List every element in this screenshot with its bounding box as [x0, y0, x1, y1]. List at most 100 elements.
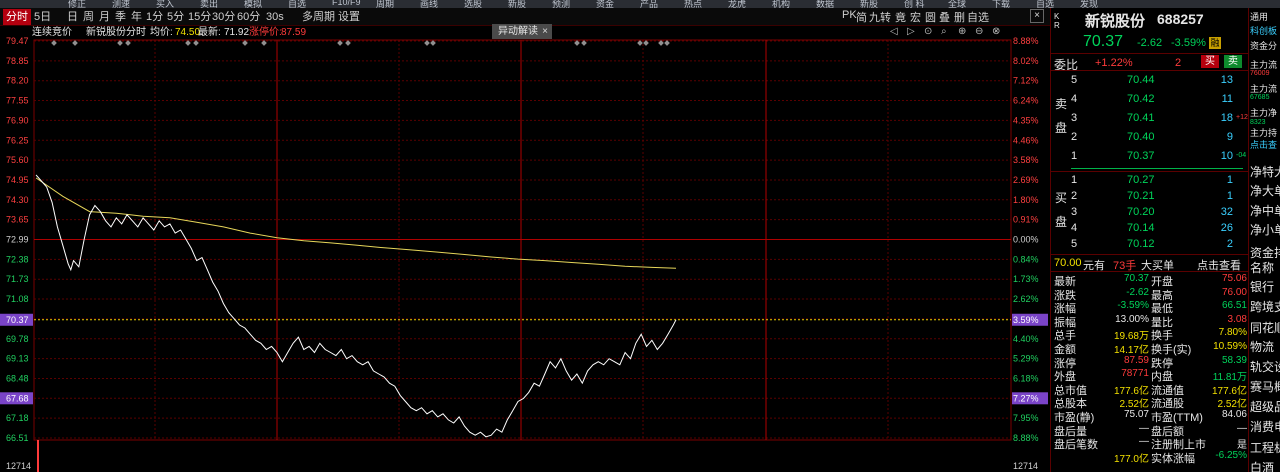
- chart-tool-icon[interactable]: ⊖: [975, 26, 983, 37]
- y-tick-right: 0.84%: [1013, 254, 1039, 264]
- bid-level: 5: [1071, 238, 1078, 250]
- chart-tool-item[interactable]: 竟: [895, 9, 906, 25]
- side-list-item[interactable]: 点击查: [1250, 138, 1277, 151]
- chart-tool-icon[interactable]: ▷: [907, 26, 915, 37]
- ask-price[interactable]: 70.44: [1127, 74, 1155, 86]
- stat-value: 76.00: [1221, 286, 1247, 298]
- tab-period[interactable]: 日: [67, 9, 78, 25]
- ask-price[interactable]: 70.41: [1127, 112, 1155, 124]
- side-list-item[interactable]: 净特大: [1250, 163, 1280, 180]
- side-list-item[interactable]: 跨境支: [1250, 298, 1280, 315]
- side-list-item[interactable]: 通用: [1250, 10, 1268, 23]
- tab-period[interactable]: 月: [99, 9, 110, 25]
- top-menu-item[interactable]: 发现: [1080, 0, 1098, 8]
- stat-value: -3.59%: [1117, 300, 1149, 312]
- ask-price[interactable]: 70.42: [1127, 93, 1155, 105]
- ask-bar: [1071, 168, 1243, 169]
- ask-price[interactable]: 70.37: [1127, 150, 1155, 162]
- side-list-item[interactable]: 净大单: [1250, 182, 1280, 199]
- ask-price[interactable]: 70.40: [1127, 131, 1155, 143]
- side-list-item[interactable]: 同花顺: [1250, 319, 1280, 336]
- side-list-item[interactable]: 物流: [1250, 338, 1274, 355]
- chart-tool-icon[interactable]: ◁: [890, 26, 898, 37]
- bid-price[interactable]: 70.21: [1127, 190, 1155, 202]
- side-list-item[interactable]: 银行: [1250, 278, 1274, 295]
- tab-period[interactable]: 60分: [237, 9, 260, 25]
- chart-tool-icon[interactable]: ⌕: [941, 26, 947, 37]
- side-list-item[interactable]: 工程机: [1250, 439, 1280, 456]
- side-list-item[interactable]: 赛马概: [1250, 378, 1280, 395]
- bid-price[interactable]: 70.20: [1127, 206, 1155, 218]
- side-list-item[interactable]: 净小单: [1250, 221, 1280, 238]
- y-tick-left: 74.95: [6, 175, 29, 185]
- notice-label: 异动解读: [498, 26, 538, 37]
- bid-price[interactable]: 70.27: [1127, 174, 1155, 186]
- tab-period[interactable]: 季: [115, 9, 126, 25]
- stat-value: 75.06: [1221, 273, 1247, 284]
- chart-tool-icon[interactable]: ⊗: [992, 26, 1000, 37]
- tab-period[interactable]: 5日: [34, 9, 51, 25]
- tab-period[interactable]: 1分: [146, 9, 163, 25]
- side-list: 通用科创板资金分主力流76009主力流67685主力净8323主力持点击查净特大…: [1248, 8, 1280, 472]
- chart-tool-item[interactable]: 宏: [910, 9, 921, 25]
- chart-tool-item[interactable]: PK: [842, 9, 857, 21]
- chart-toolbar: ◁ ▷ ⊙ ⌕ ⊕ ⊖ ⊗: [890, 26, 1012, 40]
- y-tick-left: 66.51: [6, 433, 29, 443]
- chart-tool-item[interactable]: 叠: [939, 9, 950, 25]
- chart-tool-icon[interactable]: ⊕: [958, 26, 966, 37]
- side-list-item[interactable]: 白酒: [1250, 459, 1274, 472]
- last-label: 最新:: [198, 27, 221, 38]
- side-list-item[interactable]: 消费电: [1250, 418, 1280, 435]
- close-icon[interactable]: ×: [542, 24, 548, 39]
- tab-period[interactable]: 年: [131, 9, 142, 25]
- side-list-item[interactable]: 主力净: [1250, 106, 1277, 119]
- bid-level: 1: [1071, 174, 1078, 186]
- limit-value: 87.59: [281, 27, 307, 38]
- side-list-item[interactable]: 轨交设: [1250, 358, 1280, 375]
- chart-tool-icon[interactable]: ⊙: [924, 26, 932, 37]
- tab-period[interactable]: 周: [83, 9, 94, 25]
- event-marker[interactable]: [424, 40, 430, 46]
- ask-level: 2: [1071, 131, 1078, 143]
- stat-value: -2.62: [1126, 286, 1149, 298]
- y-tick-left: 76.90: [6, 115, 29, 125]
- y-tick-right: 2.69%: [1013, 175, 1039, 185]
- stat-value: 84.06: [1221, 409, 1247, 420]
- chart-tool-item[interactable]: 简: [856, 9, 867, 25]
- buy-side-label: 买盘: [1055, 191, 1068, 229]
- weibi-value: +1.22%: [1095, 57, 1133, 69]
- side-list-item[interactable]: 8323: [1250, 119, 1266, 126]
- sell-button[interactable]: 卖: [1224, 55, 1242, 68]
- tab-period[interactable]: 分时: [3, 9, 31, 25]
- tab-period[interactable]: 5分: [167, 9, 184, 25]
- side-list-item[interactable]: 资金分: [1250, 39, 1277, 52]
- side-list-item[interactable]: 净中单: [1250, 202, 1280, 219]
- side-list-item[interactable]: 67685: [1250, 94, 1269, 101]
- chart-tool-item[interactable]: 自选: [967, 9, 989, 25]
- buy-button[interactable]: 买: [1201, 55, 1219, 68]
- event-marker[interactable]: [72, 40, 78, 46]
- tab-period[interactable]: 30分: [212, 9, 235, 25]
- y-tick-right: 7.95%: [1013, 413, 1039, 423]
- side-list-item[interactable]: 超级品: [1250, 398, 1280, 415]
- bid-price[interactable]: 70.14: [1127, 222, 1155, 234]
- side-list-item[interactable]: 科创板: [1250, 24, 1277, 37]
- chart-tool-item[interactable]: 圆: [925, 9, 936, 25]
- y-tick-right: 3.58%: [1013, 155, 1039, 165]
- current-price-tag-text: 70.37: [6, 315, 29, 325]
- bid-price[interactable]: 70.12: [1127, 238, 1155, 250]
- tab-period[interactable]: 多周期: [302, 9, 335, 25]
- chart-tool-item[interactable]: 九转: [869, 9, 891, 25]
- close-icon[interactable]: ×: [1030, 9, 1044, 23]
- tab-period[interactable]: 15分: [188, 9, 211, 25]
- anomaly-notice[interactable]: 异动解读 ×: [492, 24, 552, 39]
- tab-period[interactable]: 30s: [266, 9, 284, 25]
- event-marker[interactable]: [664, 40, 670, 46]
- intraday-chart[interactable]: 79.47 8.88%78.85 8.02%78.20 7.12%77.55 6.24%…: [0, 0, 1050, 472]
- y-tick-left: 78.85: [6, 56, 29, 66]
- sell-side-label: 卖盘: [1055, 97, 1068, 135]
- chart-tool-item[interactable]: 删: [954, 9, 965, 25]
- tab-period[interactable]: 设置: [338, 9, 360, 25]
- side-list-item[interactable]: 名称: [1250, 259, 1274, 276]
- side-list-item[interactable]: 76009: [1250, 70, 1269, 77]
